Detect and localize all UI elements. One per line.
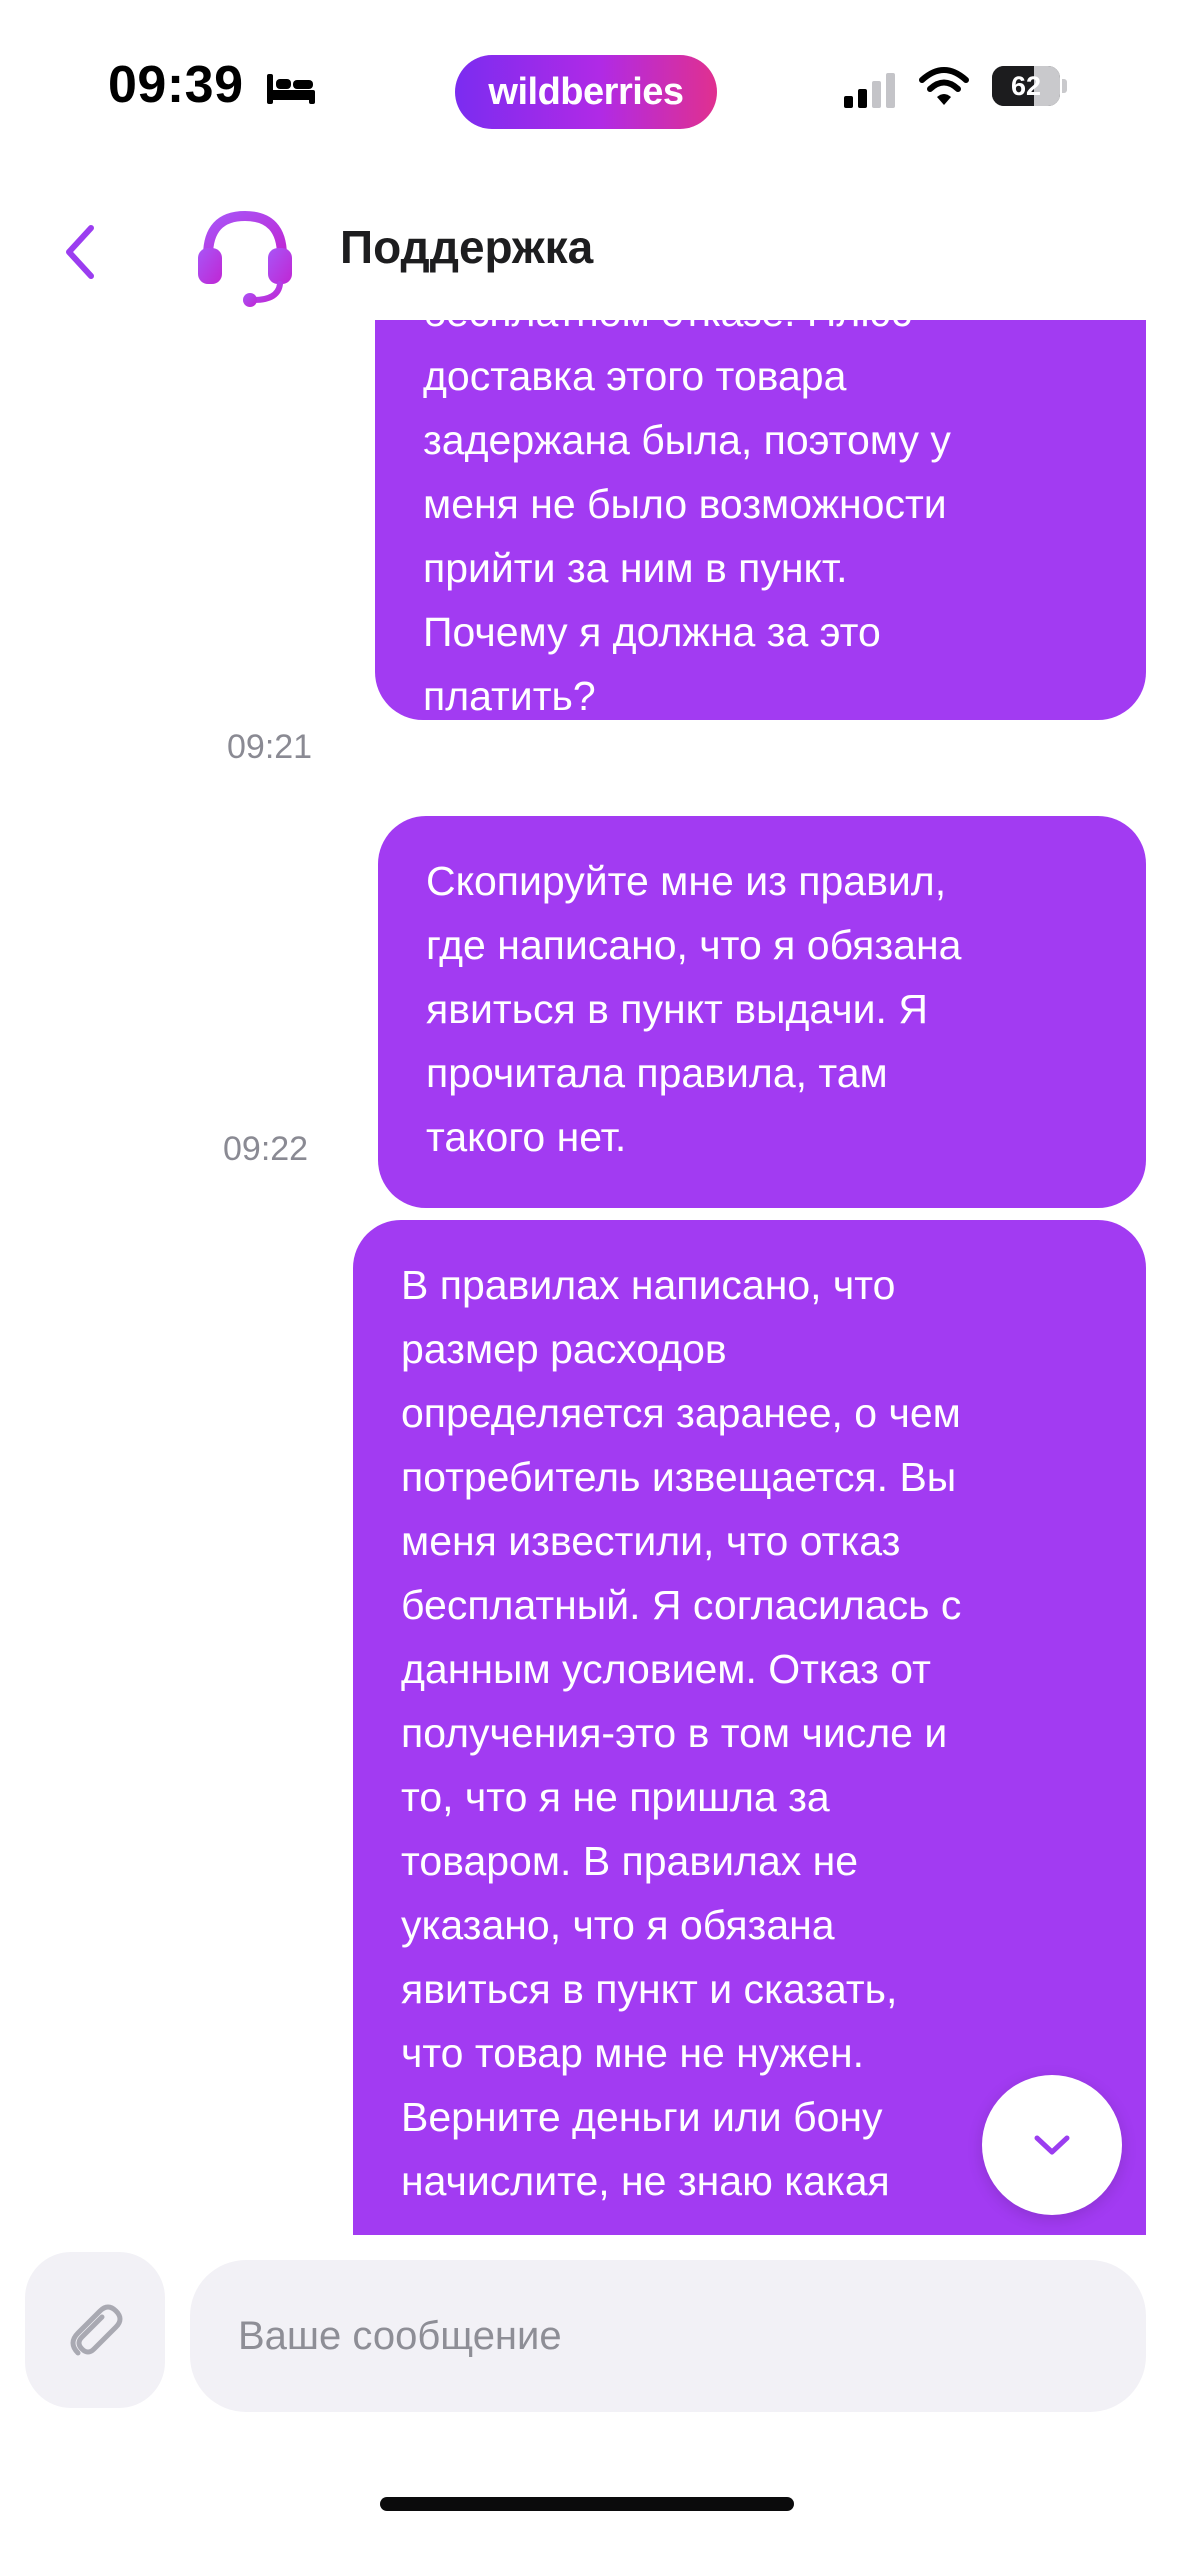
battery-level: 62 — [1010, 70, 1042, 101]
battery-icon: 62 — [992, 66, 1067, 106]
status-bar: 09:39 wildberries 62 — [0, 0, 1179, 170]
message-composer — [0, 2235, 1179, 2455]
message-time: 09:21 — [227, 728, 313, 766]
back-button[interactable] — [50, 220, 110, 284]
status-time: 09:39 — [108, 56, 244, 114]
message-input[interactable] — [190, 2260, 1146, 2412]
message-text: Скопируйте мне из правил, где написано, … — [426, 858, 962, 1160]
home-indicator[interactable] — [380, 2497, 794, 2511]
chevron-down-icon — [1034, 2135, 1070, 2155]
wifi-icon — [919, 67, 969, 105]
signal-icon — [844, 73, 895, 108]
brand-logo: wildberries — [455, 55, 717, 129]
chat-title: Поддержка — [340, 221, 594, 273]
bed-icon — [267, 74, 315, 104]
message-time: 09:22 — [223, 1130, 309, 1168]
scroll-down-button[interactable] — [982, 2075, 1122, 2215]
chevron-left-icon — [66, 225, 94, 279]
message-bubble[interactable]: бесплатном отказе. Плюс доставка этого т… — [375, 320, 1146, 720]
message-text: бесплатном отказе. Плюс доставка этого т… — [423, 320, 951, 719]
attach-button[interactable] — [25, 2252, 165, 2408]
message-text: В правилах написано, что размер расходов… — [401, 1262, 962, 2204]
chat-header: Поддержка — [0, 180, 1179, 320]
headset-icon — [198, 210, 292, 307]
paperclip-icon — [70, 2304, 123, 2356]
message-bubble[interactable]: Скопируйте мне из правил, где написано, … — [378, 816, 1146, 1208]
message-list[interactable]: бесплатном отказе. Плюс доставка этого т… — [0, 320, 1179, 2235]
